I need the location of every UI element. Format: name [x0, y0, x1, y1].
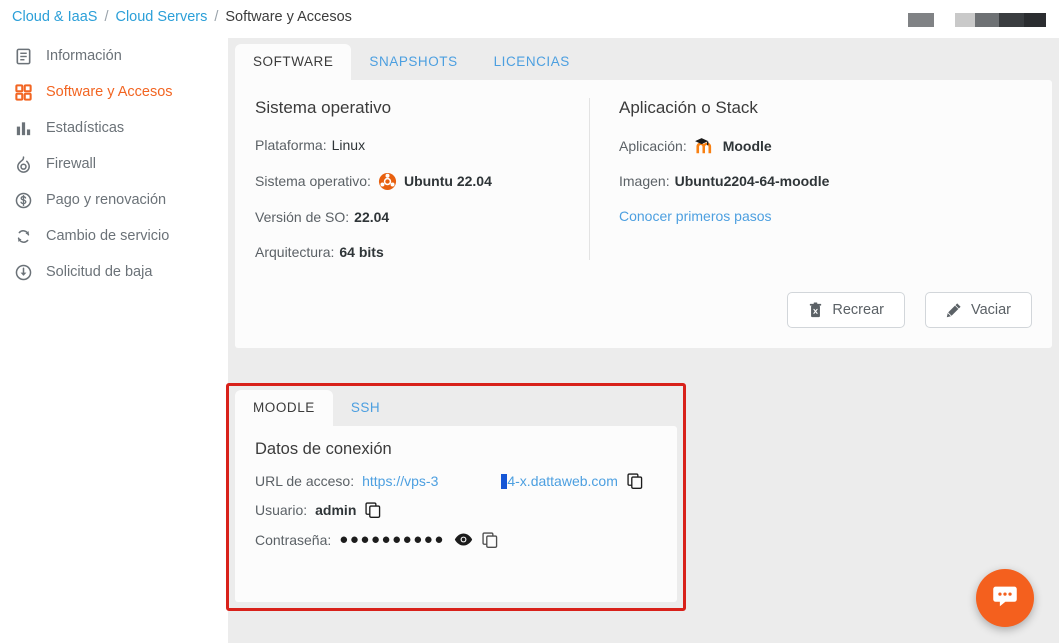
- copy-icon[interactable]: [365, 502, 381, 518]
- app-row-aplicacion: Aplicación: Moodle: [619, 137, 1032, 155]
- password-masked-value: ●●●●●●●●●●: [339, 531, 445, 548]
- top-bar: Cloud & IaaS / Cloud Servers / Software …: [0, 0, 1059, 38]
- connection-row-usuario: Usuario: admin: [255, 502, 657, 518]
- sidebar-item-label: Información: [46, 48, 122, 64]
- breadcrumb-separator: /: [104, 9, 109, 25]
- tab-ssh[interactable]: SSH: [333, 390, 398, 427]
- row-value: 64 bits: [339, 243, 384, 260]
- row-label: Aplicación:: [619, 137, 687, 154]
- sidebar-item-estadisticas[interactable]: Estadísticas: [0, 110, 228, 146]
- os-row-plataforma: Plataforma: Linux: [255, 137, 569, 154]
- connection-card: Datos de conexión URL de acceso: https:/…: [235, 426, 677, 602]
- moodle-icon: [694, 137, 716, 155]
- os-row-arquitectura: Arquitectura: 64 bits: [255, 244, 569, 261]
- sidebar-item-software-y-accesos[interactable]: Software y Accesos: [0, 74, 228, 110]
- button-label: Vaciar: [970, 302, 1011, 318]
- url-label: URL de acceso:: [255, 473, 355, 489]
- tab-licencias[interactable]: LICENCIAS: [476, 44, 588, 81]
- app-row-imagen: Imagen: Ubuntu2204-64-moodle: [619, 173, 1032, 190]
- sidebar-item-label: Estadísticas: [46, 120, 125, 136]
- grid-icon: [12, 81, 34, 103]
- sidebar-item-label: Cambio de servicio: [46, 228, 170, 244]
- usuario-value: admin: [315, 502, 357, 518]
- pencil-icon: [946, 302, 962, 318]
- software-tabstrip: SOFTWARE SNAPSHOTS LICENCIAS: [228, 38, 1059, 80]
- connection-panel-highlight: MOODLE SSH Datos de conexión URL de acce…: [226, 383, 686, 611]
- breadcrumb-item-cloud-iaas[interactable]: Cloud & IaaS: [12, 9, 97, 25]
- row-label: Imagen:: [619, 173, 670, 189]
- eye-icon[interactable]: [454, 532, 473, 547]
- sidebar-item-cambio-de-servicio[interactable]: Cambio de servicio: [0, 218, 228, 254]
- document-icon: [12, 45, 34, 67]
- url-value-suffix[interactable]: 4-x.dattaweb.com: [507, 473, 618, 489]
- download-circle-icon: [12, 261, 34, 283]
- software-action-buttons: Recrear Vaciar: [787, 292, 1032, 328]
- user-badge-redacted: [908, 13, 934, 27]
- copy-icon[interactable]: [482, 531, 498, 548]
- connection-tabstrip: MOODLE SSH: [229, 386, 683, 426]
- operating-system-section: Sistema operativo Plataforma: Linux Sist…: [255, 98, 590, 261]
- sidebar: Información Software y Accesos Estadísti…: [0, 38, 228, 643]
- tab-software[interactable]: SOFTWARE: [235, 43, 352, 80]
- breadcrumb-item-current: Software y Accesos: [225, 9, 352, 25]
- software-card: Sistema operativo Plataforma: Linux Sist…: [235, 80, 1052, 348]
- breadcrumb-item-cloud-servers[interactable]: Cloud Servers: [115, 9, 207, 25]
- row-label: Plataforma:: [255, 137, 327, 153]
- connection-row-contrasena: Contraseña: ●●●●●●●●●●: [255, 531, 657, 548]
- contrasena-label: Contraseña:: [255, 531, 332, 548]
- recrear-button[interactable]: Recrear: [787, 292, 905, 328]
- row-value: Ubuntu2204-64-moodle: [674, 173, 830, 189]
- url-value-prefix[interactable]: https://vps-3: [362, 473, 438, 489]
- row-value: Linux: [331, 137, 366, 153]
- tab-snapshots[interactable]: SNAPSHOTS: [351, 44, 475, 81]
- row-label: Sistema operativo:: [255, 172, 371, 189]
- breadcrumb: Cloud & IaaS / Cloud Servers / Software …: [12, 9, 352, 25]
- os-row-sistema-operativo: Sistema operativo: Ubuntu 22.04: [255, 172, 569, 191]
- sidebar-item-informacion[interactable]: Información: [0, 38, 228, 74]
- account-info-redacted: [955, 13, 1046, 27]
- button-label: Recrear: [832, 302, 884, 318]
- row-value: 22.04: [354, 208, 390, 225]
- sidebar-item-solicitud-de-baja[interactable]: Solicitud de baja: [0, 254, 228, 290]
- flame-icon: [12, 153, 34, 175]
- sidebar-item-pago-y-renovacion[interactable]: Pago y renovación: [0, 182, 228, 218]
- application-stack-section: Aplicación o Stack Aplicación: Moodle Im…: [590, 98, 1032, 260]
- row-value: Ubuntu 22.04: [403, 172, 492, 189]
- page-root: Cloud & IaaS / Cloud Servers / Software …: [0, 0, 1059, 643]
- bar-chart-icon: [12, 117, 34, 139]
- sidebar-item-label: Software y Accesos: [46, 84, 173, 100]
- breadcrumb-separator: /: [214, 9, 219, 25]
- vaciar-button[interactable]: Vaciar: [924, 292, 1032, 328]
- trash-icon: [808, 302, 823, 318]
- dollar-circle-icon: [12, 189, 34, 211]
- section-title: Sistema operativo: [255, 98, 392, 117]
- chat-bubble-icon: [991, 582, 1019, 615]
- conocer-primeros-pasos-link[interactable]: Conocer primeros pasos: [619, 208, 772, 224]
- sidebar-item-label: Pago y renovación: [46, 192, 167, 208]
- sidebar-item-label: Firewall: [46, 156, 96, 172]
- os-row-version: Versión de SO: 22.04: [255, 209, 569, 226]
- row-label: Arquitectura:: [255, 243, 335, 260]
- section-title: Aplicación o Stack: [619, 98, 758, 117]
- sidebar-item-firewall[interactable]: Firewall: [0, 146, 228, 182]
- tab-moodle[interactable]: MOODLE: [235, 389, 333, 426]
- usuario-label: Usuario:: [255, 502, 308, 518]
- sidebar-item-label: Solicitud de baja: [46, 264, 153, 280]
- connection-row-url: URL de acceso: https://vps-3 4-x.dattawe…: [255, 473, 657, 489]
- row-label: Versión de SO:: [255, 208, 350, 225]
- connection-title: Datos de conexión: [255, 440, 392, 458]
- refresh-icon: [12, 225, 34, 247]
- ubuntu-icon: [378, 172, 397, 191]
- row-value: Moodle: [722, 137, 772, 154]
- copy-icon[interactable]: [627, 473, 643, 489]
- chat-widget-button[interactable]: [976, 569, 1034, 627]
